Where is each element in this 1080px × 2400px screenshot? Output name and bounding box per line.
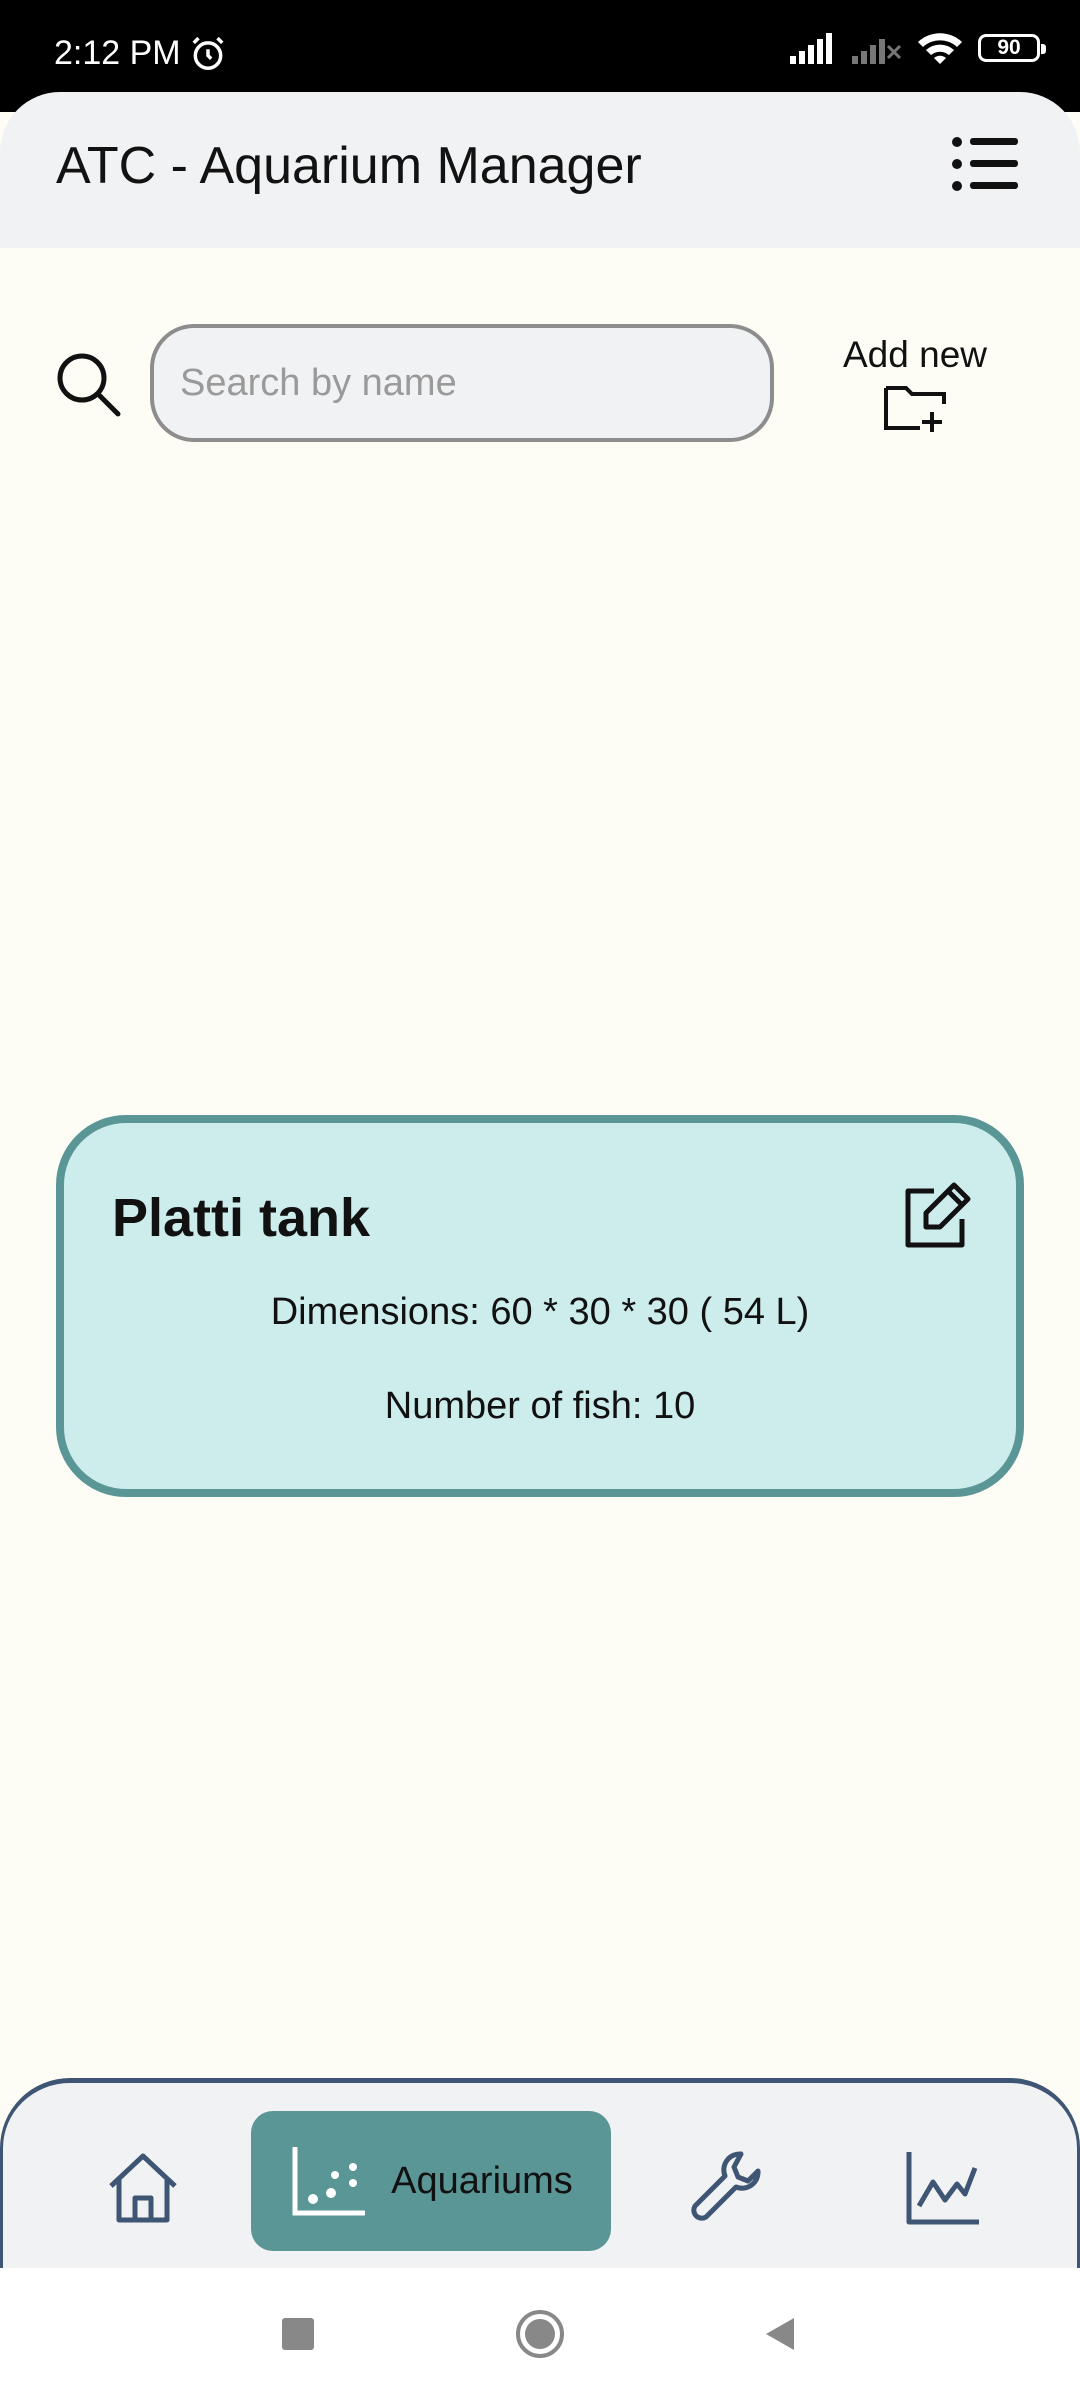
aquarium-card[interactable]: Platti tank Dimensions: 60 * 30 * 30 ( 5… bbox=[56, 1115, 1024, 1497]
aquarium-dimensions: Dimensions: 60 * 30 * 30 ( 54 L) bbox=[270, 1291, 810, 1333]
system-nav-bar bbox=[0, 2268, 1080, 2400]
search-icon[interactable] bbox=[54, 350, 124, 420]
list-menu-icon bbox=[952, 137, 1018, 191]
signal-icon bbox=[790, 33, 832, 64]
home-circle-icon[interactable] bbox=[514, 2308, 566, 2360]
nav-aquariums[interactable]: Aquariums bbox=[251, 2111, 611, 2251]
add-new-label: Add new bbox=[843, 334, 987, 375]
wifi-icon bbox=[918, 33, 962, 64]
battery-level: 90 bbox=[997, 36, 1021, 59]
app-title: ATC - Aquarium Manager bbox=[56, 137, 642, 195]
search-input[interactable] bbox=[150, 324, 774, 442]
nav-aquariums-label: Aquariums bbox=[391, 2159, 573, 2202]
bottom-nav: Aquariums bbox=[0, 2078, 1080, 2268]
home-icon bbox=[109, 2153, 177, 2223]
app-bar: ATC - Aquarium Manager bbox=[0, 92, 1080, 248]
recents-icon[interactable] bbox=[278, 2314, 318, 2354]
status-icons: 90 bbox=[788, 30, 1046, 66]
line-chart-icon bbox=[906, 2152, 979, 2225]
nav-statistics[interactable] bbox=[883, 2123, 1003, 2253]
aquarium-fish-count: Number of fish: 10 bbox=[384, 1385, 696, 1427]
search-row: Add new bbox=[0, 320, 1080, 450]
battery-icon: 90 bbox=[978, 34, 1046, 62]
nav-home[interactable] bbox=[83, 2123, 203, 2253]
add-new-button[interactable]: Add new bbox=[820, 334, 1010, 441]
menu-button[interactable] bbox=[950, 132, 1020, 196]
aquarium-name: Platti tank bbox=[112, 1188, 371, 1248]
nav-tools[interactable] bbox=[663, 2123, 783, 2253]
signal-off-icon bbox=[852, 39, 902, 64]
status-time-text: 2:12 PM bbox=[54, 34, 181, 72]
alarm-icon bbox=[192, 36, 224, 70]
back-icon[interactable] bbox=[760, 2314, 800, 2354]
status-time: 2:12 PM bbox=[54, 34, 227, 73]
folder-add-icon bbox=[884, 386, 946, 432]
scatter-chart-icon bbox=[292, 2147, 366, 2216]
wrench-icon bbox=[691, 2151, 761, 2221]
edit-icon[interactable] bbox=[900, 1181, 972, 1253]
